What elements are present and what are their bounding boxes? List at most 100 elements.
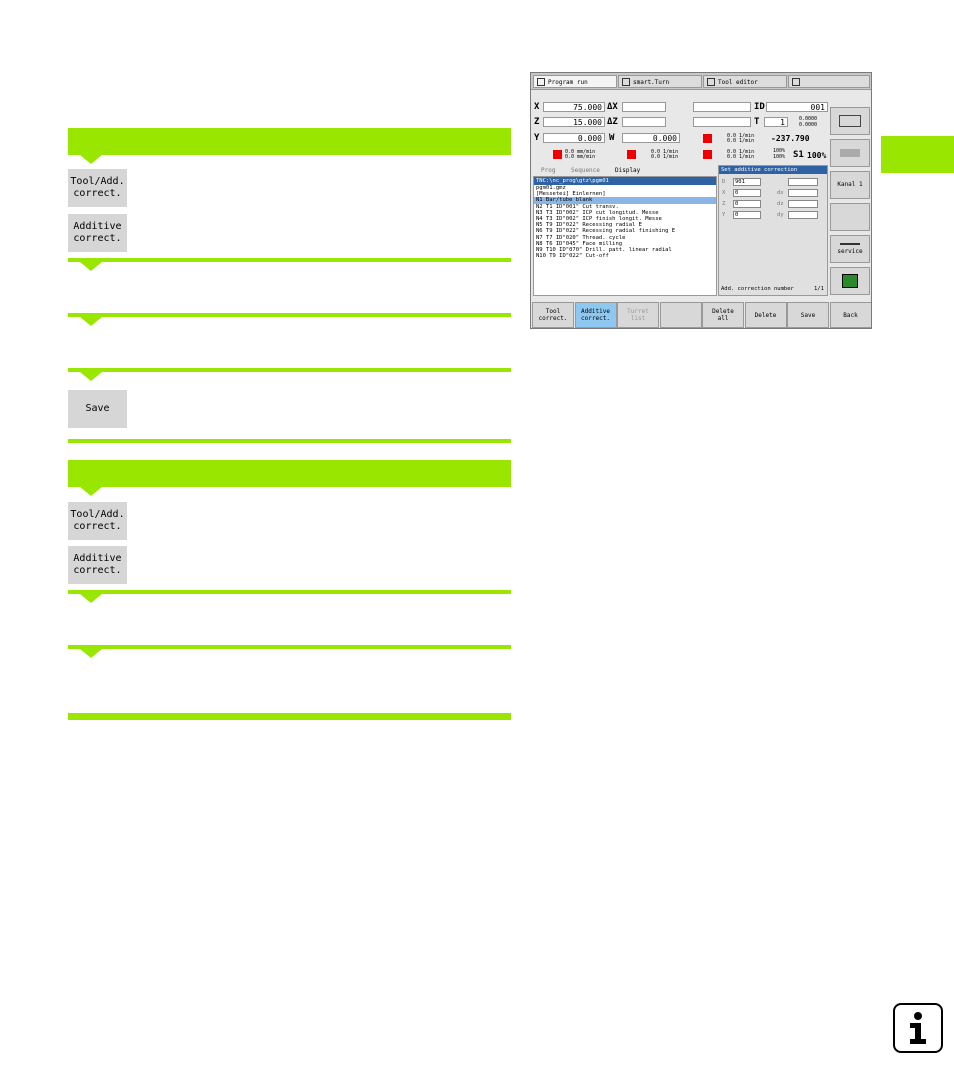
turret-icon (842, 274, 858, 288)
spindle2-status-icon (627, 150, 636, 159)
view-tab-prog[interactable]: Prog (541, 168, 555, 174)
w-label: W (609, 133, 615, 143)
side-button-2[interactable] (830, 139, 870, 167)
field-input[interactable]: 0 (733, 200, 761, 208)
step-marker (80, 487, 102, 496)
turret-button[interactable] (830, 267, 870, 295)
step-marker (80, 155, 102, 164)
bottom-softkey[interactable]: Back (829, 302, 871, 328)
feed-status-icon (553, 150, 562, 159)
z-offset: 0.0000 (799, 122, 818, 128)
tab-extra[interactable] (788, 75, 870, 88)
tool-gray-icon (840, 149, 860, 157)
section-end-bar (68, 439, 511, 443)
step-marker (80, 262, 102, 271)
dx-value (622, 102, 666, 112)
tab-tool-editor[interactable]: Tool editor (703, 75, 787, 88)
z-axis-label: Z (534, 117, 540, 127)
field-input-2[interactable] (788, 178, 818, 186)
tab-smart-turn[interactable]: smart.Turn (618, 75, 702, 88)
step-divider (68, 368, 511, 372)
bottom-softkey[interactable] (659, 302, 702, 328)
kanal-1-button[interactable]: Kanal 1 (830, 171, 870, 199)
field-input[interactable]: 0 (733, 211, 761, 219)
bottom-softkey[interactable]: Tool correct. (532, 302, 574, 328)
step-divider (68, 313, 511, 317)
c1-value (693, 102, 751, 112)
mode-tab-bar: Program run smart.Turn Tool editor (531, 73, 871, 90)
program-line[interactable]: N10 T9 ID"022" Cut-off (534, 253, 716, 259)
additive-correction-dialog: Set additive correction D 901 X 0 dx Z 0 dz Y 0 dy… (718, 165, 828, 296)
additive-correct-softkey[interactable]: Additive correct. (68, 214, 127, 252)
dialog-page: 1/1 (814, 286, 824, 292)
x-axis-label: X (534, 102, 540, 112)
field-input-2[interactable] (788, 211, 818, 219)
t-value: 1 (764, 117, 788, 127)
side-button-4[interactable] (830, 203, 870, 231)
program-path: TNC:\nc_prog\gtz\pgm01 (534, 177, 716, 185)
step-marker (80, 649, 102, 658)
save-disk-icon (792, 78, 800, 86)
spindle3-status-icon (703, 150, 712, 159)
save-softkey[interactable]: Save (68, 390, 127, 428)
field-label: X (722, 190, 726, 196)
program-lines: pgm01.gmz [Messetei] Einlernen] N1 Bar/tub… (534, 185, 716, 259)
feed-2: 0.0 mm/min (565, 154, 596, 160)
spindle-status-icon (703, 134, 712, 143)
field-label-2: dz (777, 201, 784, 207)
section-header-bar (68, 128, 511, 155)
cnc-screenshot: Program run smart.Turn Tool editor X 75.… (530, 72, 872, 329)
field-label: Y (722, 212, 726, 218)
info-glyph-icon (910, 1012, 926, 1044)
field-input-2[interactable] (788, 200, 818, 208)
c2-value (693, 117, 751, 127)
tool-add-correct-softkey[interactable]: Tool/Add. correct. (68, 169, 127, 207)
wrench-icon (840, 242, 860, 245)
x-position: 75.000 (543, 102, 605, 112)
field-label: Z (722, 201, 726, 207)
run-icon (537, 78, 545, 86)
section-end-bar (68, 713, 511, 720)
y-axis-label: Y (534, 133, 540, 143)
bottom-softkey[interactable]: Save (787, 302, 829, 328)
service-button[interactable]: service (830, 235, 870, 263)
field-input[interactable]: 0 (733, 189, 761, 197)
view-tab-sequence[interactable]: Sequence (571, 168, 600, 174)
tab-program-run[interactable]: Program run (533, 75, 617, 88)
id-label: ID (754, 102, 765, 112)
spindle-angle: -237.790 (771, 134, 810, 143)
step-marker (80, 317, 102, 326)
side-button-1[interactable] (830, 107, 870, 135)
dz-label: ΔZ (607, 117, 618, 127)
step-divider (68, 645, 511, 649)
dz-value (622, 117, 666, 127)
bottom-softkey[interactable]: Turret list (617, 302, 659, 328)
view-tab-display[interactable]: Display (615, 168, 640, 174)
step-marker (80, 594, 102, 603)
section-header-bar (68, 460, 511, 487)
additive-correct-softkey[interactable]: Additive correct. (68, 546, 127, 584)
rpm-4: 0.0 1/min (651, 154, 679, 160)
step-divider (68, 258, 511, 262)
s1-label: S1 (793, 150, 804, 160)
tool-add-correct-softkey[interactable]: Tool/Add. correct. (68, 502, 127, 540)
chapter-tab (881, 136, 954, 173)
tool-editor-icon (707, 78, 715, 86)
step-divider (68, 590, 511, 594)
field-input-2[interactable] (788, 189, 818, 197)
field-label: D (722, 179, 726, 185)
rpm-2: 0.0 1/min (727, 138, 755, 144)
field-label-2: dy (777, 212, 784, 218)
step-marker (80, 372, 102, 381)
bottom-softkey[interactable]: Delete all (702, 302, 744, 328)
id-value: 001 (766, 102, 828, 112)
field-input[interactable]: 901 (733, 178, 761, 186)
tool-holder-icon (839, 115, 861, 127)
bottom-softkey[interactable]: Additive correct. (574, 302, 617, 328)
r-override: 100% (773, 154, 786, 160)
w-position: 0.000 (622, 133, 680, 143)
dx-label: ΔX (607, 102, 618, 112)
program-list[interactable]: TNC:\nc_prog\gtz\pgm01 pgm01.gmz [Messete… (533, 176, 717, 296)
bottom-softkey[interactable]: Delete (744, 302, 787, 328)
z-position: 15.000 (543, 117, 605, 127)
